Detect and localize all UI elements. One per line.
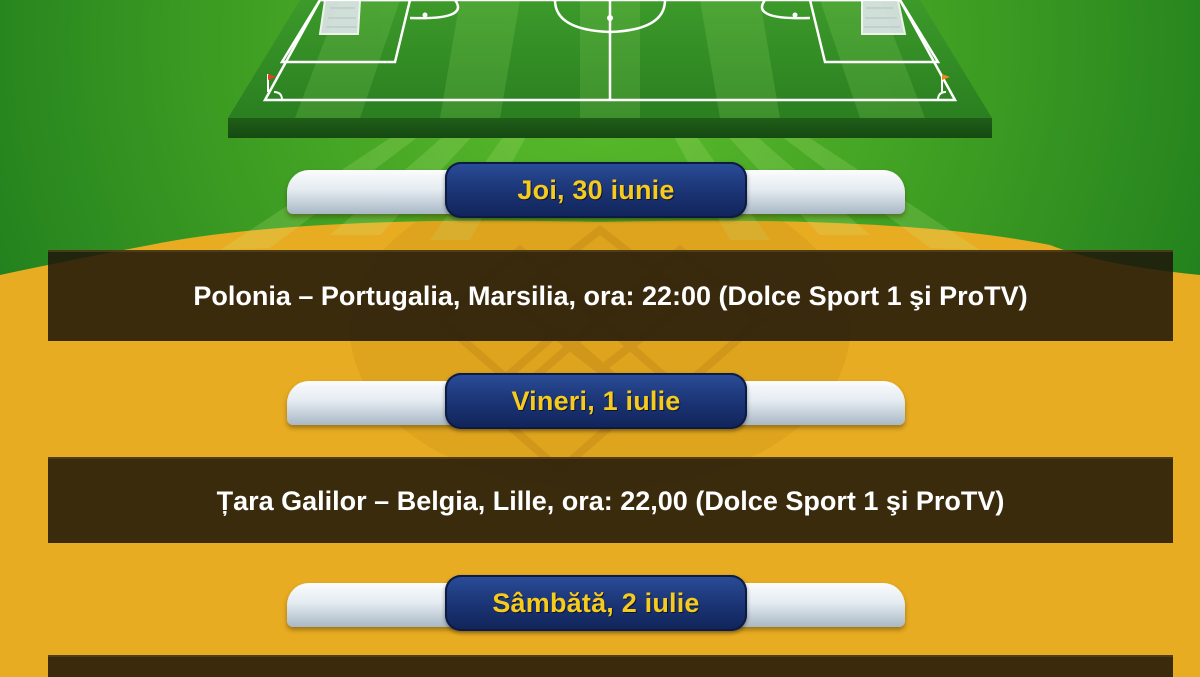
day-banner: Sâmbătă, 2 iulie (287, 575, 905, 631)
match-bar: Țara Galilor – Belgia, Lille, ora: 22,00… (48, 457, 1173, 543)
day-label-plate: Joi, 30 iunie (445, 162, 747, 218)
day-label-plate: Vineri, 1 iulie (445, 373, 747, 429)
match-info: Polonia – Portugalia, Marsilia, ora: 22:… (193, 281, 1028, 311)
day-banner: Vineri, 1 iulie (287, 373, 905, 429)
goal-net-left-icon (318, 0, 362, 35)
goal-net-right-icon (861, 0, 907, 35)
day-label-plate: Sâmbătă, 2 iulie (445, 575, 747, 631)
match-info: Țara Galilor – Belgia, Lille, ora: 22,00… (216, 485, 1005, 516)
day-banner: Joi, 30 iunie (287, 162, 905, 218)
day-label: Sâmbătă, 2 iulie (492, 587, 700, 618)
day-label: Vineri, 1 iulie (511, 385, 681, 416)
match-bar (48, 655, 1173, 677)
day-label: Joi, 30 iunie (517, 174, 675, 205)
match-bar: Polonia – Portugalia, Marsilia, ora: 22:… (48, 250, 1173, 341)
